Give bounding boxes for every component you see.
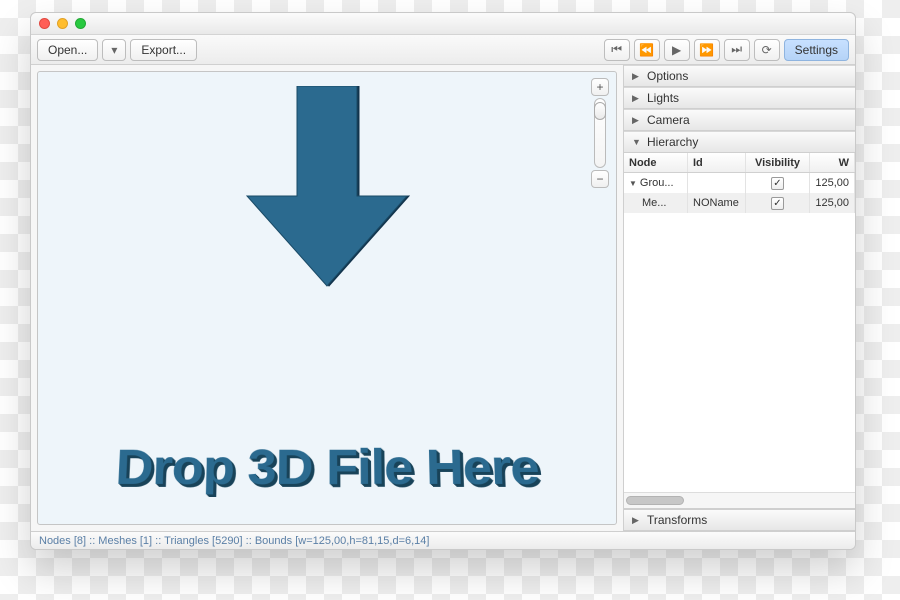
scrollbar-thumb[interactable] (626, 496, 684, 505)
fast-forward-icon: ⏩ (699, 43, 714, 57)
last-button[interactable]: ⏭ (724, 39, 750, 61)
disclosure-right-icon: ▶ (632, 93, 641, 104)
hierarchy-empty-area (624, 213, 855, 492)
visibility-checkbox[interactable]: ✓ (771, 177, 784, 190)
drop-arrow-icon (242, 86, 412, 299)
disclosure-right-icon: ▶ (632, 515, 641, 526)
zoom-out-button[interactable]: − (591, 170, 609, 188)
panel-camera[interactable]: ▶ Camera (624, 109, 855, 131)
toolbar: Open... ▾ Export... ⏮ ⏪ ▶ ⏩ ⏭ ⟳ Settings (31, 35, 855, 65)
rewind-icon: ⏪ (639, 43, 654, 57)
hierarchy-row[interactable]: ▼Grou... ✓ 125,00 (624, 173, 855, 193)
panel-label: Lights (647, 91, 679, 105)
drop-hint-text: Drop 3D File Here (37, 438, 617, 495)
skip-start-icon: ⏮ (611, 42, 622, 57)
visibility-checkbox[interactable]: ✓ (771, 197, 784, 210)
hierarchy-hscroll[interactable] (624, 492, 855, 508)
panel-hierarchy[interactable]: ▼ Hierarchy (624, 131, 855, 153)
hierarchy-row[interactable]: Me... NOName ✓ 125,00 (624, 193, 855, 213)
status-text: Nodes [8] :: Meshes [1] :: Triangles [52… (39, 535, 429, 547)
hierarchy-table: Node Id Visibility W ▼Grou... ✓ 125,00 M… (624, 153, 855, 509)
zoom-slider-handle[interactable] (594, 102, 606, 120)
node-id (688, 173, 746, 193)
zoom-in-button[interactable]: + (591, 78, 609, 96)
play-button[interactable]: ▶ (664, 39, 690, 61)
open-dropdown-button[interactable]: ▾ (102, 39, 126, 61)
disclosure-right-icon: ▶ (632, 71, 641, 82)
node-id: NOName (688, 193, 746, 213)
chevron-down-icon: ▾ (111, 43, 117, 57)
viewport-container: Drop 3D File Here + − (31, 65, 623, 531)
settings-button[interactable]: Settings (784, 39, 849, 61)
panel-label: Options (647, 69, 688, 83)
content-area: Drop 3D File Here + − ▶ Options ▶ Lights (31, 65, 855, 531)
col-visibility[interactable]: Visibility (746, 153, 810, 172)
play-icon: ▶ (672, 43, 681, 57)
panel-label: Transforms (647, 513, 707, 527)
skip-end-icon: ⏭ (731, 42, 742, 57)
inspector-sidebar: ▶ Options ▶ Lights ▶ Camera ▼ Hierarchy … (623, 65, 855, 531)
panel-options[interactable]: ▶ Options (624, 65, 855, 87)
panel-label: Hierarchy (647, 135, 698, 149)
open-button[interactable]: Open... (37, 39, 98, 61)
status-bar: Nodes [8] :: Meshes [1] :: Triangles [52… (31, 531, 855, 549)
col-id[interactable]: Id (688, 153, 746, 172)
loop-icon: ⟳ (762, 43, 772, 57)
node-w: 125,00 (810, 193, 855, 213)
viewport[interactable]: Drop 3D File Here + − (37, 71, 617, 525)
hierarchy-columns: Node Id Visibility W (624, 153, 855, 173)
traffic-lights (39, 18, 86, 29)
col-node[interactable]: Node (624, 153, 688, 172)
col-w[interactable]: W (810, 153, 855, 172)
loop-button[interactable]: ⟳ (754, 39, 780, 61)
node-name: Grou... (640, 177, 674, 189)
first-button[interactable]: ⏮ (604, 39, 630, 61)
forward-button[interactable]: ⏩ (694, 39, 720, 61)
disclosure-right-icon: ▶ (632, 115, 641, 126)
node-w: 125,00 (810, 173, 855, 193)
zoom-control: + − (590, 78, 610, 188)
titlebar[interactable] (31, 13, 855, 35)
close-window-button[interactable] (39, 18, 50, 29)
disclosure-down-icon: ▼ (632, 137, 641, 147)
panel-lights[interactable]: ▶ Lights (624, 87, 855, 109)
maximize-window-button[interactable] (75, 18, 86, 29)
node-name: Me... (642, 197, 666, 209)
export-button[interactable]: Export... (130, 39, 197, 61)
disclosure-down-icon[interactable]: ▼ (629, 179, 637, 188)
zoom-slider[interactable] (594, 98, 606, 168)
panel-transforms[interactable]: ▶ Transforms (624, 509, 855, 531)
rewind-button[interactable]: ⏪ (634, 39, 660, 61)
minimize-window-button[interactable] (57, 18, 68, 29)
panel-label: Camera (647, 113, 690, 127)
app-window: Open... ▾ Export... ⏮ ⏪ ▶ ⏩ ⏭ ⟳ Settings… (30, 12, 856, 550)
